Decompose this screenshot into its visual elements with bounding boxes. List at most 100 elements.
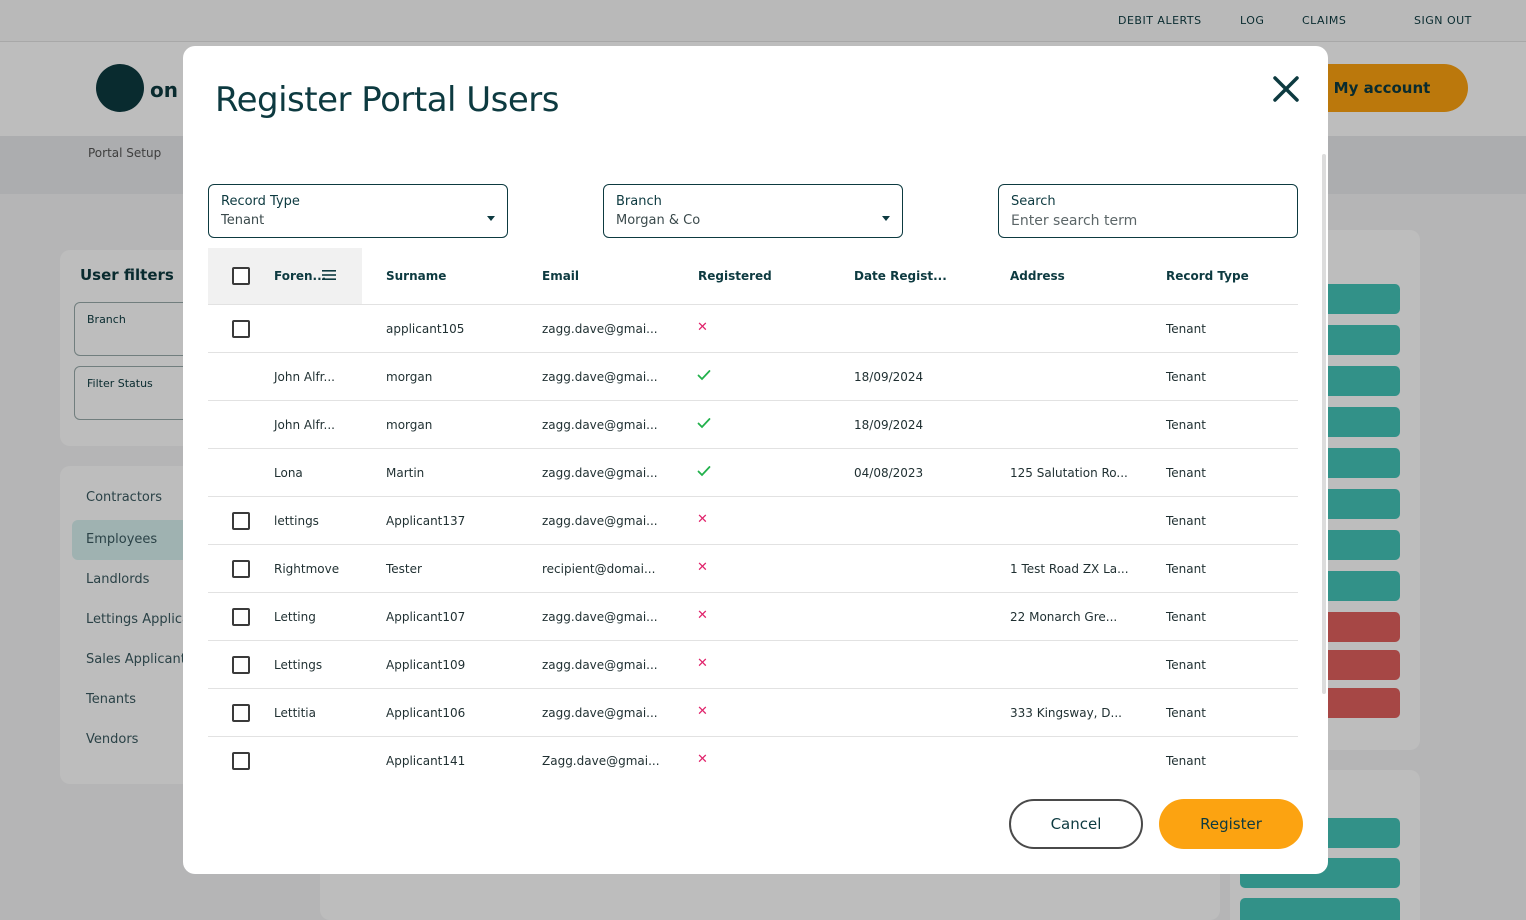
cell-forename: John Alfr...: [274, 418, 335, 432]
row-checkbox[interactable]: [232, 752, 250, 770]
cell-date-registered: 04/08/2023: [854, 466, 924, 480]
registered-check-icon: [697, 466, 711, 477]
column-header-email[interactable]: Email: [542, 269, 579, 283]
cell-surname: Tester: [386, 562, 422, 576]
table-row[interactable]: Lona Martin zagg.dave@gmai... 04/08/2023 125…: [208, 449, 1298, 497]
record-type-value: Tenant: [221, 213, 265, 228]
cell-email: zagg.dave@gmai...: [542, 706, 658, 720]
dialog-scrollbar[interactable]: [1322, 154, 1326, 694]
cell-surname: Applicant106: [386, 706, 466, 720]
cell-forename: Lettings: [274, 658, 323, 672]
branch-value: Morgan & Co: [616, 213, 701, 228]
cell-forename: lettings: [274, 514, 319, 528]
register-button[interactable]: Register: [1159, 799, 1303, 849]
cell-email: zagg.dave@gmai...: [542, 514, 658, 528]
cell-record-type: Tenant: [1166, 514, 1206, 528]
table-row[interactable]: Lettitia Applicant106 zagg.dave@gmai... 333…: [208, 689, 1298, 737]
column-header-forename[interactable]: Foren...: [274, 269, 326, 283]
column-menu-icon[interactable]: [322, 269, 336, 281]
cell-record-type: Tenant: [1166, 610, 1206, 624]
close-icon: [1273, 76, 1299, 102]
close-button[interactable]: [1269, 72, 1303, 106]
cell-surname: applicant105: [386, 322, 465, 336]
search-label: Search: [1011, 194, 1056, 209]
row-checkbox[interactable]: [232, 656, 250, 674]
cell-email: recipient@domai...: [542, 562, 656, 576]
not-registered-cross-icon: ✕: [697, 608, 708, 623]
table-row[interactable]: John Alfr... morgan zagg.dave@gmai... 18/09…: [208, 353, 1298, 401]
column-header-record-type[interactable]: Record Type: [1166, 269, 1249, 283]
cell-surname: Applicant107: [386, 610, 466, 624]
table-body: applicant105 zagg.dave@gmai... Tenant ✕ John…: [208, 305, 1298, 785]
not-registered-cross-icon: ✕: [697, 752, 708, 767]
not-registered-cross-icon: ✕: [697, 656, 708, 671]
cell-surname: morgan: [386, 370, 433, 384]
table-row[interactable]: Applicant141 Zagg.dave@gmai... Tenant ✕: [208, 737, 1298, 785]
cell-forename: Letting: [274, 610, 316, 624]
cell-email: zagg.dave@gmai...: [542, 658, 658, 672]
cell-record-type: Tenant: [1166, 370, 1206, 384]
dialog-title: Register Portal Users: [215, 80, 560, 120]
not-registered-cross-icon: ✕: [697, 704, 708, 719]
cell-forename: John Alfr...: [274, 370, 335, 384]
table-row[interactable]: John Alfr... morgan zagg.dave@gmai... 18/09…: [208, 401, 1298, 449]
cell-forename: Lettitia: [274, 706, 316, 720]
cell-email: Zagg.dave@gmai...: [542, 754, 660, 768]
cell-email: zagg.dave@gmai...: [542, 418, 658, 432]
search-field[interactable]: Search: [998, 184, 1298, 238]
table-row[interactable]: lettings Applicant137 zagg.dave@gmai... Ten…: [208, 497, 1298, 545]
cell-address: 333 Kingsway, D...: [1010, 706, 1122, 720]
cell-email: zagg.dave@gmai...: [542, 610, 658, 624]
column-header-surname[interactable]: Surname: [386, 269, 446, 283]
table-row[interactable]: Rightmove Tester recipient@domai... 1 Test …: [208, 545, 1298, 593]
cell-record-type: Tenant: [1166, 658, 1206, 672]
column-header-registered[interactable]: Registered: [698, 269, 772, 283]
caret-down-icon: [487, 216, 495, 221]
row-checkbox[interactable]: [232, 512, 250, 530]
branch-label: Branch: [616, 194, 662, 209]
users-table: Foren... Surname Email Registered Date R…: [208, 248, 1298, 785]
cell-record-type: Tenant: [1166, 418, 1206, 432]
row-checkbox[interactable]: [232, 704, 250, 722]
cell-forename: Lona: [274, 466, 303, 480]
cell-date-registered: 18/09/2024: [854, 370, 924, 384]
cell-record-type: Tenant: [1166, 466, 1206, 480]
select-all-checkbox[interactable]: [232, 267, 250, 285]
cell-address: 22 Monarch Gre...: [1010, 610, 1118, 624]
cell-record-type: Tenant: [1166, 562, 1206, 576]
registered-check-icon: [697, 370, 711, 381]
column-header-address[interactable]: Address: [1010, 269, 1065, 283]
cell-forename: Rightmove: [274, 562, 340, 576]
record-type-label: Record Type: [221, 194, 300, 209]
cell-address: 125 Salutation Ro...: [1010, 466, 1128, 480]
not-registered-cross-icon: ✕: [697, 560, 708, 575]
cell-record-type: Tenant: [1166, 754, 1206, 768]
caret-down-icon: [882, 216, 890, 221]
cell-record-type: Tenant: [1166, 706, 1206, 720]
cell-record-type: Tenant: [1166, 322, 1206, 336]
table-row[interactable]: Lettings Applicant109 zagg.dave@gmai... Ten…: [208, 641, 1298, 689]
not-registered-cross-icon: ✕: [697, 512, 708, 527]
column-header-date-registered[interactable]: Date Regist...: [854, 269, 947, 283]
cell-email: zagg.dave@gmai...: [542, 322, 658, 336]
row-checkbox[interactable]: [232, 560, 250, 578]
table-row[interactable]: Letting Applicant107 zagg.dave@gmai... 22 M…: [208, 593, 1298, 641]
cell-email: zagg.dave@gmai...: [542, 466, 658, 480]
register-portal-users-dialog: Register Portal Users Record Type Tenant…: [183, 46, 1328, 874]
cell-address: 1 Test Road ZX La...: [1010, 562, 1129, 576]
search-input[interactable]: [1011, 213, 1281, 229]
cancel-button[interactable]: Cancel: [1009, 799, 1143, 849]
row-checkbox[interactable]: [232, 320, 250, 338]
table-row[interactable]: applicant105 zagg.dave@gmai... Tenant ✕: [208, 305, 1298, 353]
cell-surname: Applicant109: [386, 658, 466, 672]
cell-surname: morgan: [386, 418, 433, 432]
cell-email: zagg.dave@gmai...: [542, 370, 658, 384]
not-registered-cross-icon: ✕: [697, 320, 708, 335]
registered-check-icon: [697, 418, 711, 429]
cell-surname: Martin: [386, 466, 425, 480]
row-checkbox[interactable]: [232, 608, 250, 626]
cell-surname: Applicant141: [386, 754, 466, 768]
cell-date-registered: 18/09/2024: [854, 418, 924, 432]
branch-select[interactable]: Branch Morgan & Co: [603, 184, 903, 238]
record-type-select[interactable]: Record Type Tenant: [208, 184, 508, 238]
